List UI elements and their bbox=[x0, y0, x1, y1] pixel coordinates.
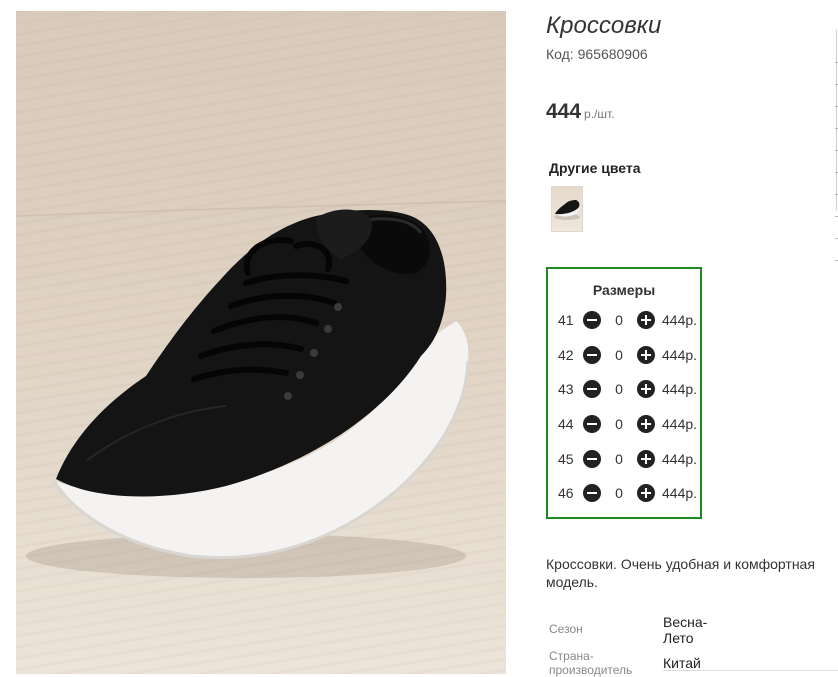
property-divider bbox=[663, 670, 838, 671]
size-number: 44 bbox=[558, 416, 574, 432]
sizes-heading: Размеры bbox=[592, 282, 656, 298]
right-edge-cutoff-content bbox=[830, 0, 838, 674]
sneaker-image bbox=[16, 200, 506, 578]
size-price: 444р. bbox=[662, 451, 698, 467]
property-label-season: Сезон bbox=[549, 622, 583, 636]
size-row-42: 42 0 444р. bbox=[558, 345, 698, 365]
product-title: Кроссовки bbox=[546, 12, 662, 39]
size-quantity: 0 bbox=[615, 381, 623, 397]
property-value-country: Китай bbox=[663, 655, 701, 671]
plus-circle-icon[interactable] bbox=[637, 311, 655, 329]
color-variant-thumbnail[interactable] bbox=[551, 186, 583, 232]
size-row-44: 44 0 444р. bbox=[558, 414, 698, 434]
product-price: 444 р./шт. bbox=[546, 100, 615, 124]
minus-circle-icon[interactable] bbox=[583, 380, 601, 398]
plus-circle-icon[interactable] bbox=[637, 484, 655, 502]
size-number: 42 bbox=[558, 347, 574, 363]
size-number: 45 bbox=[558, 451, 574, 467]
price-value: 444 bbox=[546, 100, 582, 123]
price-unit: р./шт. bbox=[584, 107, 615, 121]
product-code: Код: 965680906 bbox=[546, 46, 648, 62]
size-number: 43 bbox=[558, 381, 574, 397]
plus-circle-icon[interactable] bbox=[637, 380, 655, 398]
size-number: 41 bbox=[558, 312, 574, 328]
sizes-selector: Размеры 41 0 444р. 42 0 444р. 43 0 444р.… bbox=[546, 267, 702, 519]
product-image[interactable] bbox=[16, 11, 506, 674]
property-value-season: Весна-Лето bbox=[663, 614, 708, 646]
plus-circle-icon[interactable] bbox=[637, 450, 655, 468]
size-quantity: 0 bbox=[615, 347, 623, 363]
sneaker-thumbnail-image bbox=[554, 200, 580, 220]
size-price: 444р. bbox=[662, 347, 698, 363]
size-row-46: 46 0 444р. bbox=[558, 483, 698, 503]
size-quantity: 0 bbox=[615, 451, 623, 467]
size-price: 444р. bbox=[662, 312, 698, 328]
minus-circle-icon[interactable] bbox=[583, 346, 601, 364]
plus-circle-icon[interactable] bbox=[637, 415, 655, 433]
size-quantity: 0 bbox=[615, 312, 623, 328]
size-price: 444р. bbox=[662, 381, 698, 397]
minus-circle-icon[interactable] bbox=[583, 311, 601, 329]
size-quantity: 0 bbox=[615, 485, 623, 501]
property-label-country: Страна-производитель bbox=[549, 649, 633, 677]
size-quantity: 0 bbox=[615, 416, 623, 432]
size-price: 444р. bbox=[662, 416, 698, 432]
minus-circle-icon[interactable] bbox=[583, 450, 601, 468]
size-row-43: 43 0 444р. bbox=[558, 379, 698, 399]
minus-circle-icon[interactable] bbox=[583, 484, 601, 502]
other-colors-heading: Другие цвета bbox=[549, 160, 641, 176]
size-row-41: 41 0 444р. bbox=[558, 310, 698, 330]
size-number: 46 bbox=[558, 485, 574, 501]
plus-circle-icon[interactable] bbox=[637, 346, 655, 364]
product-description: Кроссовки. Очень удобная и комфортная мо… bbox=[546, 556, 815, 590]
size-price: 444р. bbox=[662, 485, 698, 501]
size-row-45: 45 0 444р. bbox=[558, 449, 698, 469]
minus-circle-icon[interactable] bbox=[583, 415, 601, 433]
